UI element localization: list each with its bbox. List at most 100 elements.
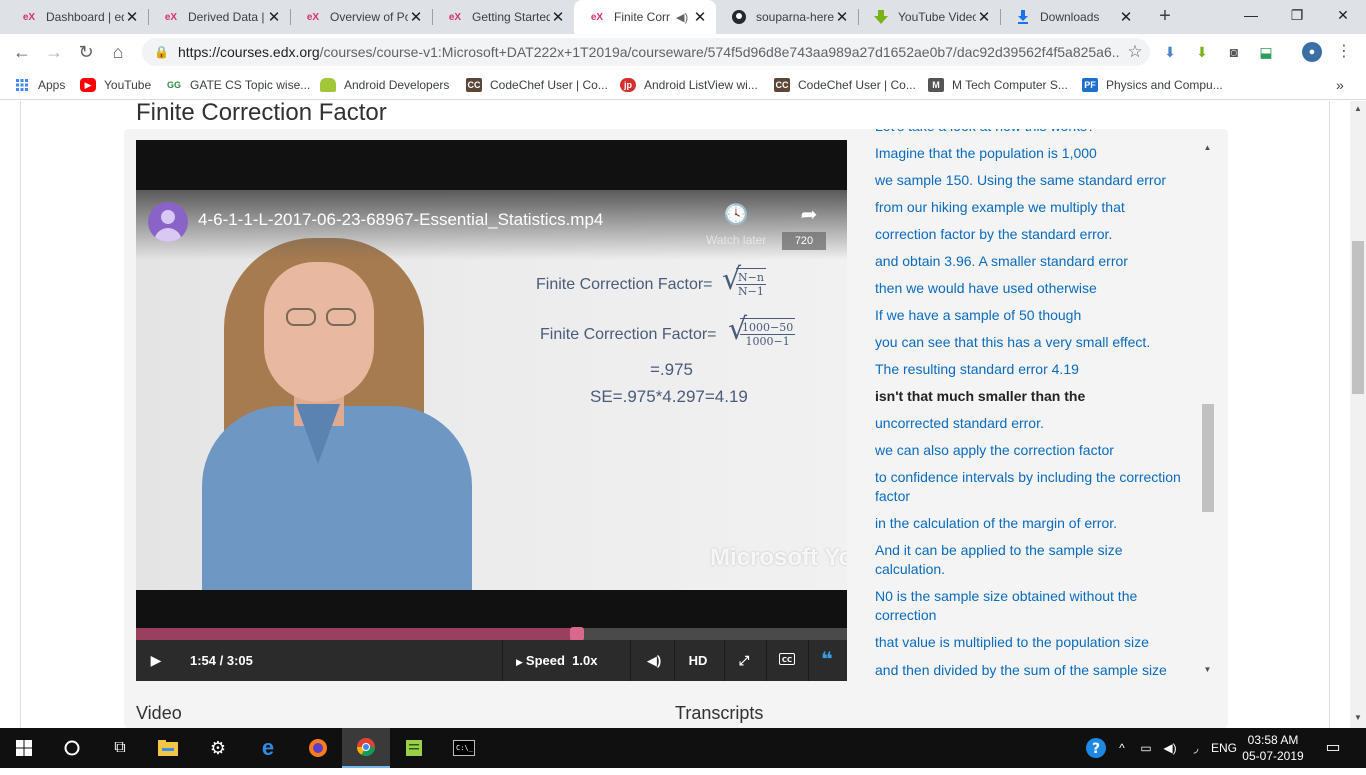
volume-icon[interactable]: ◀): [640, 640, 668, 681]
command-prompt-icon[interactable]: C:\_: [440, 728, 488, 768]
hd-button[interactable]: HD: [682, 640, 714, 681]
bookmark-mtech[interactable]: M M Tech Computer S...: [928, 76, 1068, 94]
bookmarks-overflow-icon[interactable]: »: [1336, 76, 1344, 94]
close-icon[interactable]: ✕: [834, 8, 850, 26]
new-tab-button[interactable]: +: [1152, 4, 1178, 30]
transcript-line[interactable]: and obtain 3.96. A smaller standard erro…: [875, 252, 1190, 271]
home-button[interactable]: ⌂: [104, 38, 132, 66]
page-scrollbar[interactable]: ▲ ▼: [1350, 101, 1366, 728]
tab-overview[interactable]: eX Overview of Po ✕: [290, 0, 432, 34]
tab-youtube-video[interactable]: YouTube Video ✕: [858, 0, 1000, 34]
transcript-line[interactable]: and then divided by the sum of the sampl…: [875, 661, 1190, 679]
transcript-line[interactable]: uncorrected standard error.: [875, 414, 1190, 433]
scroll-down-icon[interactable]: ▼: [1200, 665, 1215, 674]
close-icon[interactable]: ✕: [550, 8, 566, 26]
transcript-line[interactable]: we can also apply the correction factor: [875, 441, 1190, 460]
profile-avatar[interactable]: ●: [1302, 42, 1322, 62]
fullscreen-icon[interactable]: ⤢: [732, 640, 756, 681]
extension-tray-icon[interactable]: ⬓: [1256, 42, 1276, 62]
back-button[interactable]: ←: [8, 38, 36, 66]
windows-start-icon[interactable]: [0, 728, 48, 768]
youtube-video-title[interactable]: 4-6-1-1-L-2017-06-23-68967-Essential_Sta…: [198, 210, 603, 230]
scroll-down-icon[interactable]: ▼: [1350, 713, 1366, 722]
transcript-line[interactable]: isn't that much smaller than the: [875, 387, 1190, 406]
system-clock[interactable]: 03:58 AM 05-07-2019: [1238, 732, 1308, 764]
close-icon[interactable]: ✕: [976, 8, 992, 26]
tab-downloads[interactable]: Downloads ✕: [1000, 0, 1142, 34]
search-icon[interactable]: [48, 728, 96, 768]
bookmark-codechef-2[interactable]: CC CodeChef User | Co...: [774, 76, 916, 94]
settings-gear-icon[interactable]: ⚙: [194, 728, 242, 768]
watch-later-button[interactable]: 🕓 Watch later: [706, 202, 766, 247]
lock-icon[interactable]: 🔒: [154, 45, 169, 59]
reload-button[interactable]: ↻: [72, 38, 100, 66]
extension-download-icon[interactable]: ⬇: [1160, 42, 1180, 62]
close-icon[interactable]: ✕: [692, 8, 708, 26]
extension-shield-icon[interactable]: ◙: [1224, 42, 1244, 62]
transcript-line[interactable]: you can see that this has a very small e…: [875, 333, 1190, 352]
tab-github[interactable]: souparna-here ✕: [716, 0, 858, 34]
youtube-watermark[interactable]: Microsoft YouTube: [710, 544, 847, 572]
close-icon[interactable]: ✕: [408, 8, 424, 26]
bookmark-physics[interactable]: PF Physics and Compu...: [1082, 76, 1223, 94]
quality-badge[interactable]: 720: [782, 232, 826, 250]
close-icon[interactable]: ✕: [124, 8, 140, 26]
url-text[interactable]: https://courses.edx.org/courses/course-v…: [178, 44, 1120, 60]
transcript-line[interactable]: Let's take a look at how this works?: [875, 129, 1190, 136]
channel-avatar[interactable]: [148, 202, 188, 242]
extension-video-downloader-icon[interactable]: ⬇: [1192, 42, 1212, 62]
transcript-toggle-icon[interactable]: ❝: [816, 640, 838, 681]
tab-finite-correction[interactable]: eX Finite Corr ◀) ✕: [574, 0, 716, 34]
transcript-line[interactable]: from our hiking example we multiply that: [875, 198, 1190, 217]
transcript-line[interactable]: we sample 150. Using the same standard e…: [875, 171, 1190, 190]
progress-handle[interactable]: [569, 627, 584, 641]
close-icon[interactable]: ✕: [1118, 8, 1134, 26]
tab-getting-started[interactable]: eX Getting Started ✕: [432, 0, 574, 34]
chrome-icon[interactable]: [342, 728, 390, 768]
task-view-icon[interactable]: ⧉: [96, 728, 144, 768]
volume-tray-icon[interactable]: ◀): [1160, 728, 1180, 768]
video-frame[interactable]: Finite Correction Factor= √ N−n N−1 Fini…: [136, 190, 847, 590]
bookmark-codechef-1[interactable]: CC CodeChef User | Co...: [466, 76, 608, 94]
transcript-line[interactable]: The resulting standard error 4.19: [875, 360, 1190, 379]
transcript-line[interactable]: then we would have used otherwise: [875, 279, 1190, 298]
notepad-plus-icon[interactable]: [390, 728, 438, 768]
restore-button[interactable]: ❐: [1274, 0, 1320, 30]
transcript-line[interactable]: in the calculation of the margin of erro…: [875, 514, 1190, 533]
minimize-button[interactable]: —: [1228, 0, 1274, 30]
bookmark-youtube[interactable]: ▶ YouTube: [80, 76, 151, 94]
close-window-button[interactable]: ✕: [1320, 0, 1366, 30]
transcript-scrollbar[interactable]: ▲ ▼: [1200, 139, 1215, 680]
chevron-up-icon[interactable]: ^: [1114, 728, 1130, 768]
close-icon[interactable]: ✕: [266, 8, 282, 26]
address-bar[interactable]: 🔒 https://courses.edx.org/courses/course…: [142, 38, 1150, 66]
transcript-line[interactable]: that value is multiplied to the populati…: [875, 633, 1190, 652]
transcript-panel[interactable]: Let's take a look at how this works? Imag…: [860, 129, 1200, 679]
scrollbar-thumb[interactable]: [1352, 241, 1364, 394]
bookmark-android-listview[interactable]: jp Android ListView wi...: [620, 76, 758, 94]
tab-dashboard[interactable]: eX Dashboard | edX ✕: [6, 0, 148, 34]
transcript-line[interactable]: to confidence intervals by including the…: [875, 468, 1190, 506]
file-explorer-icon[interactable]: [144, 728, 192, 768]
transcript-line[interactable]: And it can be applied to the sample size…: [875, 541, 1190, 579]
edge-icon[interactable]: e: [244, 728, 292, 768]
help-icon[interactable]: ?: [1084, 728, 1108, 768]
transcript-line[interactable]: If we have a sample of 50 though: [875, 306, 1190, 325]
bookmark-apps[interactable]: Apps: [14, 76, 65, 94]
forward-button[interactable]: →: [40, 38, 68, 66]
transcript-line[interactable]: Imagine that the population is 1,000: [875, 144, 1190, 163]
speed-control[interactable]: ▶ Speed 1.0x: [516, 640, 616, 681]
menu-kebab-icon[interactable]: ⋮: [1334, 42, 1354, 62]
language-indicator[interactable]: ENG: [1208, 728, 1240, 768]
wifi-icon[interactable]: ◞: [1186, 728, 1206, 768]
transcript-line[interactable]: N0 is the sample size obtained without t…: [875, 587, 1190, 625]
scroll-up-icon[interactable]: ▲: [1350, 104, 1366, 113]
tab-derived-data[interactable]: eX Derived Data | ✕: [148, 0, 290, 34]
battery-icon[interactable]: ▭: [1136, 728, 1156, 768]
play-icon[interactable]: ▶: [144, 640, 168, 681]
scrollbar-thumb[interactable]: [1202, 404, 1214, 512]
closed-captions-icon[interactable]: CC: [774, 640, 800, 681]
transcript-line[interactable]: correction factor by the standard error.: [875, 225, 1190, 244]
notifications-icon[interactable]: ▭: [1320, 728, 1346, 768]
firefox-icon[interactable]: [294, 728, 342, 768]
